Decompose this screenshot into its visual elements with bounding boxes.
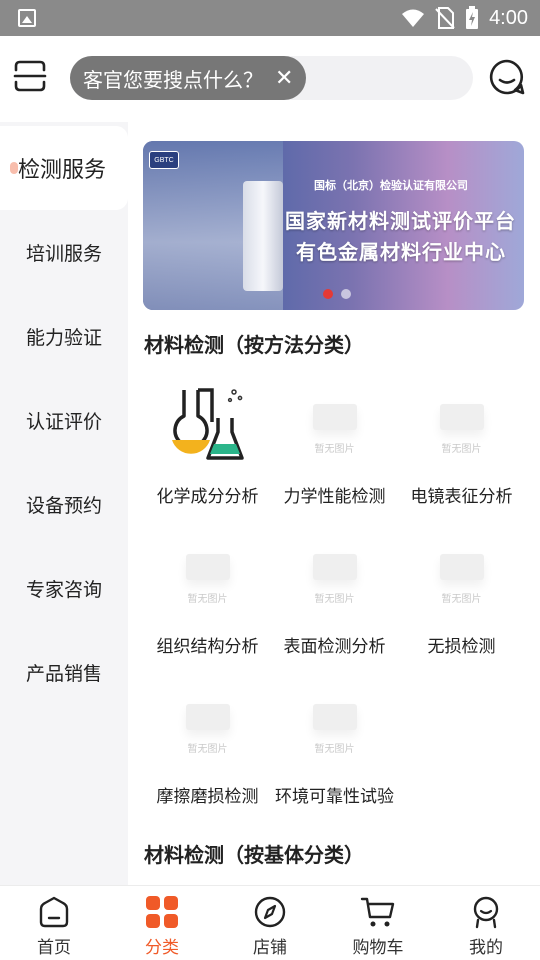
active-indicator [10, 162, 18, 174]
tab-label: 首页 [37, 938, 71, 958]
sidebar-item-certification[interactable]: 认证评价 [0, 378, 128, 462]
no-sim-icon [435, 7, 455, 29]
category-item-environmental-reliability[interactable]: 暂无图片 环境可靠性试验 [271, 682, 398, 807]
tab-cart[interactable]: 购物车 [324, 886, 432, 960]
category-item-label: 电镜表征分析 [410, 487, 513, 507]
tab-category[interactable]: 分类 [108, 886, 216, 960]
scan-icon[interactable] [12, 58, 48, 94]
bottom-tab-bar: 首页 分类 店铺 购物车 我的 [0, 885, 540, 960]
tab-home[interactable]: 首页 [0, 886, 108, 960]
search-input[interactable]: 客官您要搜点什么？ ✕ [70, 56, 473, 100]
placeholder-caption: 暂无图片 [441, 594, 482, 605]
sidebar-item-label: 设备预约 [25, 494, 102, 517]
category-item-chemical-analysis[interactable]: 化学成分分析 [144, 382, 271, 507]
category-content: GBTC 国标（北京）检验认证有限公司 国家新材料测试评价平台 有色金属材料行业… [128, 122, 540, 885]
placeholder-caption: 暂无图片 [314, 744, 355, 755]
category-item-mechanical-testing[interactable]: 暂无图片 力学性能检测 [271, 382, 398, 507]
gallery-notification-icon [18, 9, 36, 27]
search-placeholder: 客官您要搜点什么？ [83, 67, 263, 92]
cart-icon [360, 897, 395, 927]
compass-icon [254, 896, 286, 928]
category-item-nondestructive-testing[interactable]: 暂无图片 无损检测 [398, 532, 525, 657]
category-grid-icon [146, 896, 178, 928]
sidebar-item-label: 培训服务 [25, 242, 102, 265]
category-item-surface-analysis[interactable]: 暂无图片 表面检测分析 [271, 532, 398, 657]
banner-company: 国标（北京）检验认证有限公司 [314, 179, 468, 192]
category-item-label: 组织结构分析 [156, 637, 259, 657]
promo-banner[interactable]: GBTC 国标（北京）检验认证有限公司 国家新材料测试评价平台 有色金属材料行业… [143, 141, 524, 310]
sidebar-item-training-service[interactable]: 培训服务 [0, 210, 128, 294]
sidebar-item-equipment-booking[interactable]: 设备预约 [0, 462, 128, 546]
section-title: 材料检测（按基体分类） [144, 843, 364, 867]
placeholder-caption: 暂无图片 [187, 594, 228, 605]
section-title: 材料检测（按方法分类） [144, 333, 364, 357]
banner-pagination [323, 289, 351, 299]
sidebar-item-label: 专家咨询 [25, 578, 102, 601]
category-item-label: 力学性能检测 [283, 487, 386, 507]
sidebar-item-label: 能力验证 [25, 326, 102, 349]
tab-profile[interactable]: 我的 [432, 886, 540, 960]
tab-label: 我的 [469, 938, 503, 958]
banner-dot[interactable] [341, 289, 351, 299]
battery-charging-icon [466, 6, 479, 29]
placeholder-caption: 暂无图片 [187, 744, 228, 755]
clock: 4:00 [489, 6, 528, 29]
no-image-placeholder-icon: 暂无图片 [295, 382, 375, 462]
sidebar-item-expert-consulting[interactable]: 专家咨询 [0, 546, 128, 630]
banner-dot[interactable] [323, 289, 333, 299]
profile-icon [473, 896, 499, 929]
top-header: 客官您要搜点什么？ ✕ [0, 36, 540, 122]
category-item-label: 无损检测 [427, 637, 496, 657]
sidebar-item-proficiency-testing[interactable]: 能力验证 [0, 294, 128, 378]
sidebar-item-label: 产品销售 [25, 662, 102, 685]
category-item-label: 表面检测分析 [283, 637, 386, 657]
sidebar-item-product-sales[interactable]: 产品销售 [0, 630, 128, 714]
category-item-label: 化学成分分析 [156, 487, 259, 507]
tab-label: 分类 [145, 938, 179, 958]
search-query-chip[interactable]: 客官您要搜点什么？ ✕ [70, 56, 306, 100]
sidebar-item-label: 检测服务 [18, 158, 107, 183]
banner-machine-graphic [243, 181, 283, 291]
tab-label: 购物车 [352, 938, 404, 958]
chemistry-flask-icon [168, 382, 248, 462]
home-icon [39, 896, 69, 928]
no-image-placeholder-icon: 暂无图片 [168, 532, 248, 612]
category-item-friction-wear[interactable]: 暂无图片 摩擦磨损检测 [144, 682, 271, 807]
tab-label: 店铺 [253, 938, 287, 958]
banner-logo: GBTC [149, 151, 179, 169]
category-sidebar: 检测服务 培训服务 能力验证 认证评价 设备预约 专家咨询 产品销售 [0, 122, 128, 885]
category-item-sem-analysis[interactable]: 暂无图片 电镜表征分析 [398, 382, 525, 507]
category-item-label: 环境可靠性试验 [275, 787, 394, 807]
placeholder-caption: 暂无图片 [441, 444, 482, 455]
banner-headline-1: 国家新材料测试评价平台 [285, 209, 516, 233]
status-bar: 4:00 [0, 0, 540, 36]
message-icon[interactable] [488, 58, 526, 96]
no-image-placeholder-icon: 暂无图片 [422, 532, 502, 612]
tab-store[interactable]: 店铺 [216, 886, 324, 960]
placeholder-caption: 暂无图片 [314, 594, 355, 605]
sidebar-item-testing-service[interactable]: 检测服务 [0, 126, 128, 210]
placeholder-caption: 暂无图片 [314, 444, 355, 455]
wifi-icon [402, 9, 425, 27]
no-image-placeholder-icon: 暂无图片 [295, 682, 375, 762]
no-image-placeholder-icon: 暂无图片 [168, 682, 248, 762]
clear-search-icon[interactable]: ✕ [275, 66, 293, 91]
category-item-microstructure-analysis[interactable]: 暂无图片 组织结构分析 [144, 532, 271, 657]
banner-headline-2: 有色金属材料行业中心 [296, 240, 506, 264]
category-item-label: 摩擦磨损检测 [156, 787, 259, 807]
no-image-placeholder-icon: 暂无图片 [422, 382, 502, 462]
sidebar-item-label: 认证评价 [25, 410, 102, 433]
no-image-placeholder-icon: 暂无图片 [295, 532, 375, 612]
